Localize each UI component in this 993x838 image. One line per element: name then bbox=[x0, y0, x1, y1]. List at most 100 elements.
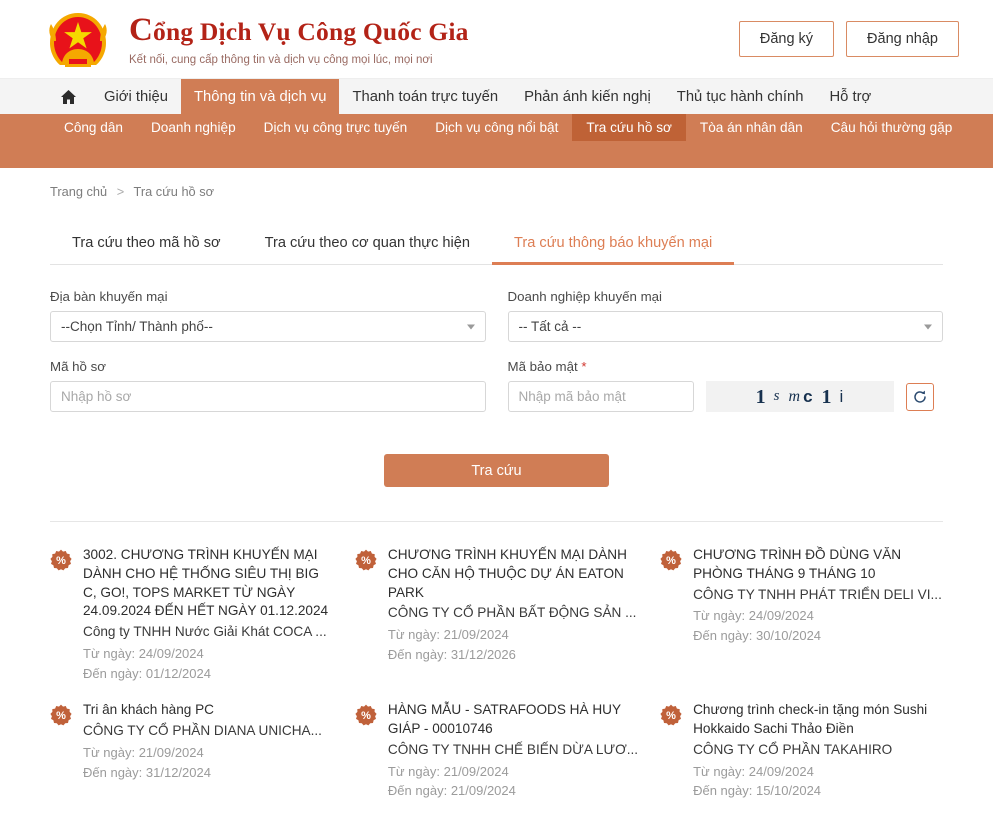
promotion-org: Công ty TNHH Nước Giải Khát COCA ... bbox=[83, 624, 327, 639]
promotion-to-date: Đến ngày: 01/12/2024 bbox=[83, 664, 333, 684]
header-actions: Đăng ký Đăng nhập bbox=[738, 21, 959, 57]
form-column-left: Địa bàn khuyến mại Mã hồ sơ bbox=[50, 289, 486, 429]
enterprise-select-wrapper[interactable] bbox=[507, 311, 943, 342]
from-date-value: 21/09/2024 bbox=[138, 744, 204, 760]
subnav-item-cau-hoi-thuong-gap[interactable]: Câu hỏi thường gặp bbox=[817, 114, 967, 141]
promotion-from-date: Từ ngày: 21/09/2024 bbox=[388, 762, 638, 782]
percent-badge-icon: % bbox=[50, 549, 72, 571]
promotion-from-date: Từ ngày: 24/09/2024 bbox=[693, 762, 943, 782]
svg-text:%: % bbox=[666, 555, 676, 567]
subnav-item-dich-vu-cong-truc-tuyen[interactable]: Dịch vụ công trực tuyến bbox=[250, 114, 422, 141]
to-label: Đến ngày: bbox=[693, 628, 753, 643]
subnav-item-doanh-nghiep[interactable]: Doanh nghiệp bbox=[137, 114, 250, 141]
nav-item-thong-tin-va-dich-vu[interactable]: Thông tin và dịch vụ bbox=[181, 79, 340, 114]
promotion-to-date: Đến ngày: 15/10/2024 bbox=[693, 781, 943, 801]
from-date-value: 21/09/2024 bbox=[443, 763, 509, 779]
from-label: Từ ngày: bbox=[693, 608, 746, 624]
captcha-input[interactable] bbox=[507, 381, 694, 412]
promotion-title: HÀNG MẪU - SATRAFOODS HÀ HUY GIÁP - 0001… bbox=[387, 702, 621, 736]
tab-tra-cuu-theo-co-quan-thuc-hien[interactable]: Tra cứu theo cơ quan thực hiện bbox=[243, 227, 492, 264]
promotion-title: Tri ân khách hàng PC bbox=[83, 702, 214, 718]
promotion-title: CHƯƠNG TRÌNH KHUYẾN MẠI DÀNH CHO CĂN HỘ … bbox=[387, 547, 627, 600]
search-tabs: Tra cứu theo mã hồ sơ Tra cứu theo cơ qu… bbox=[50, 227, 943, 265]
svg-text:%: % bbox=[666, 710, 676, 722]
captcha-char-3: c bbox=[803, 387, 813, 406]
captcha-char-5: i bbox=[839, 387, 844, 406]
field-dossier-code: Mã hồ sơ bbox=[50, 359, 486, 412]
enterprise-select[interactable] bbox=[507, 311, 943, 342]
province-label: Địa bàn khuyến mại bbox=[50, 289, 168, 304]
list-item-body: Chương trình check-in tặng món Sushi Hok… bbox=[693, 701, 943, 801]
to-date-value: 31/12/2024 bbox=[145, 764, 211, 780]
list-item[interactable]: % Tri ân khách hàng PC CÔNG TY CỔ PHẦN D… bbox=[50, 695, 333, 807]
list-item[interactable]: % 3002. CHƯƠNG TRÌNH KHUYẾN MẠI DÀNH CHO… bbox=[50, 540, 333, 689]
from-label: Từ ngày: bbox=[83, 645, 136, 661]
to-label: Đến ngày: bbox=[83, 764, 143, 780]
portal-title-rest: ổng Dịch Vụ Công Quốc Gia bbox=[153, 17, 469, 47]
to-date-value: 21/09/2024 bbox=[450, 783, 516, 799]
list-item[interactable]: % HÀNG MẪU - SATRAFOODS HÀ HUY GIÁP - 00… bbox=[355, 695, 638, 807]
promotion-from-date: Từ ngày: 24/09/2024 bbox=[693, 606, 943, 626]
search-form: Địa bàn khuyến mại Mã hồ sơ Doanh nghiệp… bbox=[50, 289, 943, 429]
promotion-from-date: Từ ngày: 21/09/2024 bbox=[388, 625, 638, 645]
from-label: Từ ngày: bbox=[387, 763, 440, 779]
captcha-char-1: s bbox=[773, 388, 780, 404]
submit-row: Tra cứu bbox=[0, 454, 993, 487]
svg-text:%: % bbox=[361, 555, 371, 567]
subnav-item-dich-vu-cong-noi-bat[interactable]: Dịch vụ công nổi bật bbox=[421, 114, 572, 141]
nav-item-ho-tro[interactable]: Hỗ trợ bbox=[816, 79, 884, 114]
promotion-to-date: Đến ngày: 21/09/2024 bbox=[388, 781, 638, 801]
svg-text:%: % bbox=[56, 710, 66, 722]
results-list: % 3002. CHƯƠNG TRÌNH KHUYẾN MẠI DÀNH CHO… bbox=[50, 540, 943, 807]
home-icon bbox=[60, 89, 77, 105]
promotion-title: Chương trình check-in tặng món Sushi Hok… bbox=[693, 702, 928, 736]
from-label: Từ ngày: bbox=[387, 627, 440, 642]
province-select[interactable] bbox=[50, 311, 486, 342]
svg-text:%: % bbox=[56, 555, 66, 567]
nav-item-thanh-toan-truc-tuyen[interactable]: Thanh toán trực tuyến bbox=[339, 79, 511, 114]
brand[interactable]: Cổng Dịch Vụ Công Quốc Gia Kết nối, cung… bbox=[45, 7, 469, 71]
to-date-value: 30/10/2024 bbox=[755, 628, 822, 643]
promotion-org: CÔNG TY TNHH CHẾ BIẾN DỪA LƯƠ... bbox=[387, 741, 639, 757]
from-date-value: 24/09/2024 bbox=[748, 608, 814, 624]
to-label: Đến ngày: bbox=[83, 665, 143, 681]
list-item[interactable]: % CHƯƠNG TRÌNH ĐỒ DÙNG VĂN PHÒNG THÁNG 9… bbox=[660, 540, 943, 689]
dossier-code-input[interactable] bbox=[50, 381, 486, 412]
nav-item-thu-tuc-hanh-chinh[interactable]: Thủ tục hành chính bbox=[664, 79, 817, 114]
promotion-from-date: Từ ngày: 24/09/2024 bbox=[83, 644, 333, 664]
province-select-wrapper[interactable] bbox=[50, 311, 486, 342]
subnav-item-toa-an-nhan-dan[interactable]: Tòa án nhân dân bbox=[686, 114, 817, 141]
search-submit-button[interactable]: Tra cứu bbox=[384, 454, 609, 487]
register-button[interactable]: Đăng ký bbox=[738, 21, 835, 57]
breadcrumb-home-link[interactable]: Trang chủ bbox=[50, 184, 107, 199]
list-item[interactable]: % Chương trình check-in tặng món Sushi H… bbox=[660, 695, 943, 807]
promotion-from-date: Từ ngày: 21/09/2024 bbox=[83, 743, 322, 763]
login-button[interactable]: Đăng nhập bbox=[846, 21, 959, 57]
promotion-title: 3002. CHƯƠNG TRÌNH KHUYẾN MẠI DÀNH CHO H… bbox=[83, 547, 329, 619]
from-date-value: 24/09/2024 bbox=[138, 645, 204, 661]
list-item[interactable]: % CHƯƠNG TRÌNH KHUYẾN MẠI DÀNH CHO CĂN H… bbox=[355, 540, 638, 689]
nav-item-phan-anh-kien-nghi[interactable]: Phản ánh kiến nghị bbox=[511, 79, 664, 114]
field-enterprise: Doanh nghiệp khuyến mại bbox=[507, 289, 943, 342]
from-date-value: 21/09/2024 bbox=[443, 627, 509, 642]
tab-tra-cuu-thong-bao-khuyen-mai[interactable]: Tra cứu thông báo khuyến mại bbox=[492, 227, 735, 265]
portal-title-initial: C bbox=[129, 12, 154, 49]
promotion-to-date: Đến ngày: 30/10/2024 bbox=[693, 626, 943, 646]
site-header: Cổng Dịch Vụ Công Quốc Gia Kết nối, cung… bbox=[0, 0, 993, 78]
field-captcha: Mã bảo mật * 1 s m c 1 i bbox=[507, 359, 944, 412]
list-item-body: 3002. CHƯƠNG TRÌNH KHUYẾN MẠI DÀNH CHO H… bbox=[83, 546, 333, 683]
list-item-body: HÀNG MẪU - SATRAFOODS HÀ HUY GIÁP - 0001… bbox=[388, 701, 638, 801]
from-label: Từ ngày: bbox=[693, 763, 746, 779]
percent-badge-icon: % bbox=[660, 704, 682, 726]
tab-tra-cuu-theo-ma-ho-so[interactable]: Tra cứu theo mã hồ sơ bbox=[50, 227, 243, 264]
captcha-refresh-button[interactable] bbox=[905, 382, 934, 411]
nav-item-gioi-thieu[interactable]: Giới thiệu bbox=[91, 79, 181, 114]
nav-home-button[interactable] bbox=[50, 79, 91, 114]
promotion-org: CÔNG TY CỔ PHẦN BẤT ĐỘNG SẢN ... bbox=[387, 605, 637, 621]
subnav-item-cong-dan[interactable]: Công dân bbox=[50, 114, 137, 141]
subnav-item-tra-cuu-ho-so[interactable]: Tra cứu hồ sơ bbox=[572, 114, 686, 141]
svg-text:%: % bbox=[361, 710, 371, 722]
breadcrumb-separator: > bbox=[116, 184, 125, 199]
promotion-to-date: Đến ngày: 31/12/2026 bbox=[388, 645, 638, 665]
list-item-body: CHƯƠNG TRÌNH ĐỒ DÙNG VĂN PHÒNG THÁNG 9 T… bbox=[693, 546, 943, 683]
